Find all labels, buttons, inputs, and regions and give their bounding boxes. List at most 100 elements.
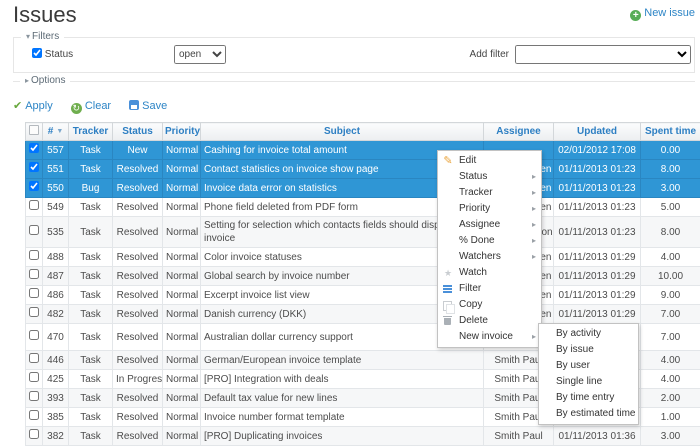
row-checkbox[interactable]: [29, 410, 39, 420]
issue-updated: 01/11/2013 01:23: [554, 198, 641, 217]
row-checkbox[interactable]: [29, 225, 39, 235]
issue-spent-time: 4.00: [641, 351, 700, 370]
column-header-priority[interactable]: Priority: [163, 123, 201, 141]
issue-row-382[interactable]: 382TaskResolvedNormal[PRO] Duplicating i…: [26, 427, 700, 446]
row-checkbox[interactable]: [29, 429, 39, 439]
column-header-subject[interactable]: Subject: [201, 123, 484, 141]
row-checkbox[interactable]: [29, 250, 39, 260]
issue-id: 486: [43, 286, 69, 305]
issue-spent-time: 9.00: [641, 286, 700, 305]
issue-priority: Normal: [163, 408, 201, 427]
submenu-arrow-icon: ▸: [532, 233, 536, 249]
issue-row-549[interactable]: 549TaskResolvedNormalPhone field deleted…: [26, 198, 700, 217]
issue-priority: Normal: [163, 305, 201, 324]
issue-status: Resolved: [113, 351, 163, 370]
issue-tracker: Task: [69, 286, 113, 305]
issue-spent-time: 5.00: [641, 198, 700, 217]
column-header-id[interactable]: #▼: [43, 123, 69, 141]
column-header-assignee[interactable]: Assignee: [484, 123, 554, 141]
issue-spent-time: 2.00: [641, 389, 700, 408]
reload-icon: [71, 103, 82, 114]
issue-tracker: Task: [69, 389, 113, 408]
submenu-item-by-activity[interactable]: By activity: [539, 326, 638, 342]
menu-item-filter[interactable]: Filter: [438, 281, 541, 297]
column-header-tracker[interactable]: Tracker: [69, 123, 113, 141]
menu-item-copy[interactable]: Copy: [438, 297, 541, 313]
check-all-icon: [29, 125, 39, 135]
issue-row-551[interactable]: 551TaskResolvedNormalContact statistics …: [26, 160, 700, 179]
issue-updated: 01/11/2013 01:29: [554, 305, 641, 324]
menu-item-tracker[interactable]: Tracker▸: [438, 185, 541, 201]
row-checkbox[interactable]: [29, 143, 39, 153]
issue-subject: Invoice number format template: [201, 408, 484, 427]
issue-status: Resolved: [113, 217, 163, 248]
filters-legend[interactable]: ▾Filters: [21, 31, 64, 42]
check-all-header[interactable]: [26, 123, 43, 141]
issue-id: 551: [43, 160, 69, 179]
issue-id: 470: [43, 324, 69, 351]
add-filter-label: Add filter: [470, 49, 509, 60]
issue-row-487[interactable]: 487TaskResolvedNormalGlobal search by in…: [26, 267, 700, 286]
row-checkbox[interactable]: [29, 391, 39, 401]
issue-status: Resolved: [113, 179, 163, 198]
menu-item-done[interactable]: % Done▸: [438, 233, 541, 249]
issue-id: 487: [43, 267, 69, 286]
submenu-item-by-time-entry[interactable]: By time entry: [539, 390, 638, 406]
issue-updated: 01/11/2013 01:29: [554, 267, 641, 286]
menu-item-assignee[interactable]: Assignee▸: [438, 217, 541, 233]
menu-item-status[interactable]: Status▸: [438, 169, 541, 185]
row-checkbox-cell: [26, 427, 43, 446]
add-filter-select[interactable]: [515, 45, 691, 64]
issue-row-486[interactable]: 486TaskResolvedNormalExcerpt invoice lis…: [26, 286, 700, 305]
issue-spent-time: 4.00: [641, 248, 700, 267]
issue-priority: Normal: [163, 248, 201, 267]
row-checkbox[interactable]: [29, 288, 39, 298]
status-operator-select[interactable]: open: [174, 45, 226, 64]
submenu-item-by-user[interactable]: By user: [539, 358, 638, 374]
row-checkbox[interactable]: [29, 162, 39, 172]
save-button[interactable]: Save: [129, 100, 167, 112]
menu-item-new-invoice[interactable]: New invoice▸: [438, 329, 541, 345]
issue-row-535[interactable]: 535TaskResolvedNormalSetting for selecti…: [26, 217, 700, 248]
column-header-updated[interactable]: Updated: [554, 123, 641, 141]
row-checkbox[interactable]: [29, 307, 39, 317]
row-checkbox[interactable]: [29, 353, 39, 363]
menu-item-watchers[interactable]: Watchers▸: [438, 249, 541, 265]
filter-toolbar: Apply Clear Save: [13, 99, 182, 114]
options-legend[interactable]: ▸Options: [20, 75, 70, 86]
context-menu: EditStatus▸Tracker▸Priority▸Assignee▸% D…: [437, 150, 542, 348]
column-header-status[interactable]: Status: [113, 123, 163, 141]
issue-row-557[interactable]: 557TaskNewNormalCashing for invoice tota…: [26, 141, 700, 160]
row-checkbox[interactable]: [29, 269, 39, 279]
menu-item-edit[interactable]: Edit: [438, 153, 541, 169]
submenu-item-by-estimated-time[interactable]: By estimated time: [539, 406, 638, 422]
column-header-spent-time[interactable]: Spent time: [641, 123, 700, 141]
issue-row-488[interactable]: 488TaskResolvedNormalColor invoice statu…: [26, 248, 700, 267]
issues-page: New issue Issues ▾Filters Status open Ad…: [0, 0, 700, 437]
plus-icon: [630, 10, 641, 21]
row-checkbox-cell: [26, 217, 43, 248]
issue-spent-time: 8.00: [641, 160, 700, 179]
page-title: Issues: [13, 2, 77, 28]
issue-tracker: Task: [69, 370, 113, 389]
submenu-item-single-line[interactable]: Single line: [539, 374, 638, 390]
submenu-item-by-issue[interactable]: By issue: [539, 342, 638, 358]
menu-item-delete[interactable]: Delete: [438, 313, 541, 329]
menu-item-label: Watchers: [459, 251, 501, 262]
row-checkbox[interactable]: [29, 200, 39, 210]
issue-status: Resolved: [113, 286, 163, 305]
status-filter-checkbox[interactable]: [32, 48, 42, 58]
row-checkbox[interactable]: [29, 181, 39, 191]
menu-item-watch[interactable]: Watch: [438, 265, 541, 281]
issue-status: Resolved: [113, 248, 163, 267]
row-checkbox-cell: [26, 305, 43, 324]
apply-button[interactable]: Apply: [13, 100, 53, 112]
row-checkbox[interactable]: [29, 372, 39, 382]
issue-row-482[interactable]: 482TaskResolvedNormalDanish currency (DK…: [26, 305, 700, 324]
issue-row-550[interactable]: 550BugResolvedNormalInvoice data error o…: [26, 179, 700, 198]
new-issue-link[interactable]: New issue: [630, 7, 695, 21]
row-checkbox-cell: [26, 408, 43, 427]
row-checkbox[interactable]: [29, 330, 39, 340]
clear-button[interactable]: Clear: [71, 100, 111, 112]
menu-item-priority[interactable]: Priority▸: [438, 201, 541, 217]
